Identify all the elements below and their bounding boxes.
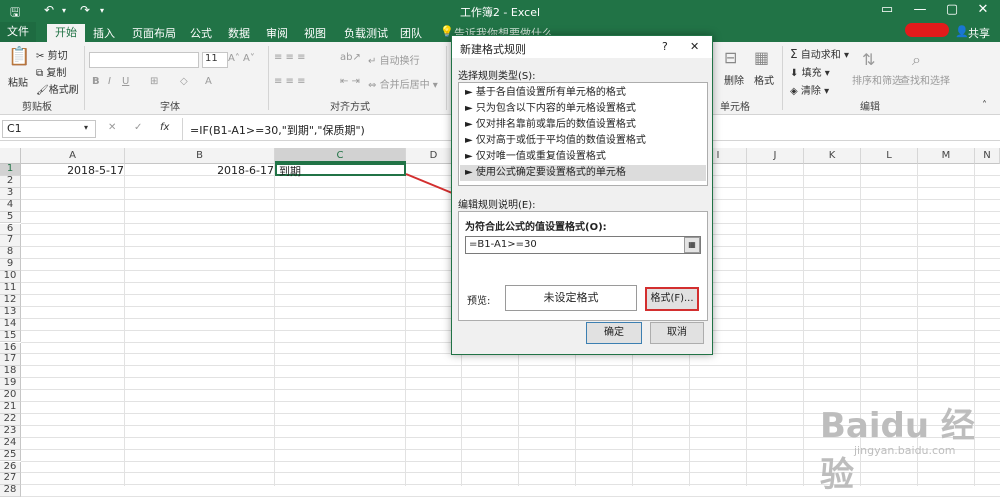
formula-field-value: =B1-A1>=30 xyxy=(469,239,537,250)
dialog-titlebar: 新建格式规则 ? ✕ xyxy=(452,36,712,58)
format-button[interactable]: 格式(F)... xyxy=(645,287,699,311)
help-button[interactable]: ? xyxy=(662,40,668,53)
preview-box: 未设定格式 xyxy=(505,285,637,311)
formula-label: 为符合此公式的值设置格式(O): xyxy=(465,222,607,233)
rule-type-item[interactable]: ► 只为包含以下内容的单元格设置格式 xyxy=(465,101,636,117)
rule-type-item[interactable]: ► 基于各自值设置所有单元格的格式 xyxy=(465,85,626,101)
rule-type-item-selected[interactable]: ► 使用公式确定要设置格式的单元格 xyxy=(465,165,626,181)
rule-type-item[interactable]: ► 仅对唯一值或重复值设置格式 xyxy=(465,149,606,165)
range-select-icon[interactable]: ▦ xyxy=(684,237,700,253)
edit-rule-description-label: 编辑规则说明(E): xyxy=(458,200,536,211)
rule-type-list[interactable]: ► 基于各自值设置所有单元格的格式 ► 只为包含以下内容的单元格设置格式 ► 仅… xyxy=(458,82,708,186)
rule-description-panel: 为符合此公式的值设置格式(O): =B1-A1>=30 ▦ 预览: 未设定格式 … xyxy=(458,211,708,321)
ok-button[interactable]: 确定 xyxy=(586,322,642,344)
rule-type-item[interactable]: ► 仅对排名靠前或靠后的数值设置格式 xyxy=(465,117,636,133)
rule-type-item[interactable]: ► 仅对高于或低于平均值的数值设置格式 xyxy=(465,133,646,149)
formula-field[interactable]: =B1-A1>=30 ▦ xyxy=(465,236,701,254)
select-rule-type-label: 选择规则类型(S): xyxy=(458,71,536,82)
baidu-watermark-url: jingyan.baidu.com xyxy=(854,444,956,457)
dialog-title: 新建格式规则 xyxy=(460,43,526,56)
preview-label: 预览: xyxy=(467,296,491,307)
cancel-button[interactable]: 取消 xyxy=(650,322,704,344)
new-format-rule-dialog: 新建格式规则 ? ✕ 选择规则类型(S): ► 基于各自值设置所有单元格的格式 … xyxy=(451,35,713,355)
row-header-28[interactable]: 28 xyxy=(0,484,21,497)
dialog-close-button[interactable]: ✕ xyxy=(690,40,699,53)
